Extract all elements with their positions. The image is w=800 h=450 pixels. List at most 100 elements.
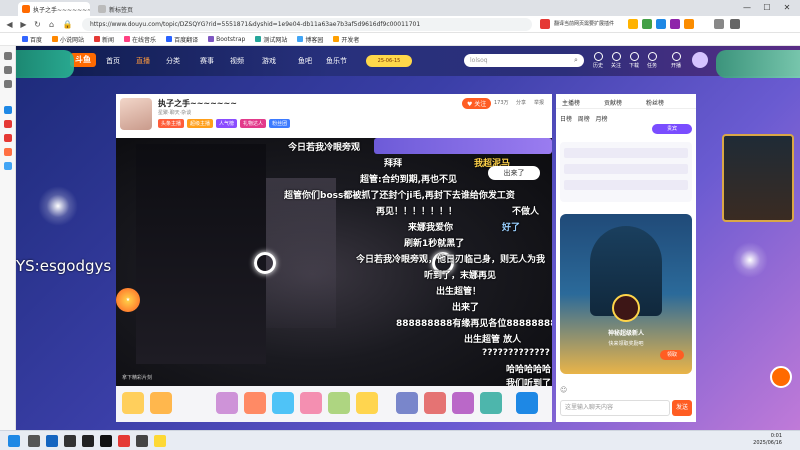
nav-festival[interactable]: 鱼乐节 [326, 56, 347, 66]
reload-icon[interactable]: ↻ [32, 19, 43, 30]
extension-green-icon[interactable] [642, 19, 652, 29]
terminal-icon[interactable] [64, 435, 76, 447]
close-window-button[interactable]: ✕ [780, 2, 794, 14]
rank-week[interactable]: 周榜 [578, 116, 590, 123]
rank-row[interactable] [564, 180, 688, 190]
video-player[interactable]: ★ 拿下精彩片刻 今日若我冷眼旁观 拜拜 我超泥马 出来了 超管:合约到期,再也… [116, 138, 552, 386]
bookmark-3[interactable]: 新闻 [94, 35, 114, 44]
bookmark-2[interactable]: 小说网站 [52, 35, 84, 44]
back-icon[interactable]: ◀ [4, 19, 15, 30]
translate-prompt[interactable]: 翻译当前网页需要扩展插件 [554, 20, 614, 27]
gift-item[interactable] [216, 392, 238, 414]
tiktok-icon[interactable] [100, 435, 112, 447]
promo-claim-button[interactable]: 领取 [660, 350, 684, 360]
steam-icon[interactable] [46, 435, 58, 447]
user-avatar[interactable] [692, 52, 708, 68]
gift-item[interactable] [300, 392, 322, 414]
gift-item[interactable] [516, 392, 538, 414]
gift-item[interactable] [396, 392, 418, 414]
customer-service-icon[interactable] [770, 366, 792, 388]
gift-item[interactable] [452, 392, 474, 414]
bookmark-9[interactable]: 开发者 [333, 35, 359, 44]
browser-taskbar-icon[interactable] [118, 435, 130, 447]
bookmark-5[interactable]: 百度翻译 [166, 35, 198, 44]
sidebar-search-icon[interactable] [4, 106, 12, 114]
follow-button[interactable]: ♥ 关注 [462, 98, 492, 109]
extension-blue-icon[interactable] [656, 19, 666, 29]
bookmark-6[interactable]: Bootstrap [208, 36, 245, 43]
bookmark-7[interactable]: 测试网站 [255, 35, 287, 44]
app-icon[interactable] [82, 435, 94, 447]
url-field[interactable]: https://www.douyu.com/topic/DZSQYG?rid=5… [82, 18, 532, 31]
search-icon[interactable]: ⌕ [574, 56, 578, 65]
sidebar-video-icon[interactable] [4, 134, 12, 142]
report-button[interactable]: 举报 [534, 99, 544, 106]
nav-home[interactable]: 首页 [106, 56, 120, 66]
vip-badge[interactable]: 贵宾 [652, 124, 692, 134]
room-tag[interactable]: 头条主播 [158, 119, 185, 128]
nav-video[interactable]: 视频 [230, 56, 244, 66]
header-follow[interactable]: 关注 [608, 52, 624, 69]
extension-yellow-icon[interactable] [628, 19, 638, 29]
nav-yuba[interactable]: 鱼吧 [298, 56, 312, 66]
side-tab-anchor[interactable]: 主播榜 [562, 98, 580, 107]
header-history[interactable]: 历史 [590, 52, 606, 69]
sidebar-folder-icon[interactable] [4, 66, 12, 74]
rank-day[interactable]: 日榜 [560, 116, 572, 123]
nav-game[interactable]: 游戏 [262, 56, 276, 66]
gift-item[interactable] [122, 392, 144, 414]
extension-red-icon[interactable] [540, 19, 550, 29]
nav-category[interactable]: 分类 [166, 56, 180, 66]
share-button[interactable]: 分享 [516, 99, 526, 106]
emoji-icon[interactable]: ☺ [560, 386, 567, 394]
promo-card[interactable]: 神秘超级新人 快来领取奖励吧 领取 [560, 214, 692, 374]
extension-orange-icon[interactable] [684, 19, 694, 29]
gift-item[interactable] [480, 392, 502, 414]
sidebar-download-icon[interactable] [4, 80, 12, 88]
side-tab-fans[interactable]: 粉丝榜 [646, 98, 664, 107]
bookmark-4[interactable]: 在线音乐 [124, 35, 156, 44]
header-download[interactable]: 下载 [626, 52, 642, 69]
room-tag[interactable]: 礼物达人 [240, 119, 267, 128]
side-tab-contrib[interactable]: 贡献榜 [604, 98, 622, 107]
profile-icon[interactable] [714, 19, 724, 29]
sidebar-star-icon[interactable] [4, 52, 12, 60]
minimize-button[interactable]: — [740, 2, 754, 14]
nav-live[interactable]: 直播 [136, 56, 150, 66]
header-task[interactable]: 任务 [644, 52, 660, 69]
rank-month[interactable]: 月榜 [596, 116, 608, 123]
rank-row[interactable] [564, 164, 688, 174]
bookmark-1[interactable]: 百度 [22, 35, 42, 44]
sidebar-app-icon[interactable] [4, 120, 12, 128]
sidebar-cloud-icon[interactable] [4, 162, 12, 170]
side-ad-banner[interactable] [722, 134, 794, 222]
room-tag[interactable]: 超级主播 [187, 119, 214, 128]
files-icon[interactable] [154, 435, 166, 447]
search-input[interactable]: lolsoq [464, 54, 584, 67]
lottery-badge[interactable]: ★ [116, 288, 140, 312]
menu-icon[interactable] [730, 19, 740, 29]
app2-icon[interactable] [136, 435, 148, 447]
event-badge[interactable]: 25-06-15 [366, 55, 412, 67]
system-clock[interactable]: 0:01 2025/06/16 [753, 433, 782, 447]
gift-item[interactable] [328, 392, 350, 414]
gift-item[interactable] [244, 392, 266, 414]
room-tag[interactable]: 人气榜 [216, 119, 238, 128]
security-lock-icon[interactable]: 🔒 [62, 19, 73, 30]
send-button[interactable]: 发送 [672, 400, 692, 416]
start-icon[interactable] [8, 435, 20, 447]
nav-match[interactable]: 赛事 [200, 56, 214, 66]
bookmark-8[interactable]: 博客园 [297, 35, 323, 44]
extension-purple-icon[interactable] [670, 19, 680, 29]
gift-item[interactable] [150, 392, 172, 414]
gift-item[interactable] [424, 392, 446, 414]
tab-douyu[interactable]: 执子之手~~~~~~~ 斗鱼直播 [18, 2, 90, 16]
chat-input[interactable]: 这里输入聊天内容 [560, 400, 670, 416]
streamer-avatar[interactable] [120, 98, 152, 130]
gift-item[interactable] [272, 392, 294, 414]
forward-icon[interactable]: ▶ [18, 19, 29, 30]
sidebar-news-icon[interactable] [4, 148, 12, 156]
gift-item[interactable] [356, 392, 378, 414]
maximize-button[interactable]: ☐ [760, 2, 774, 14]
room-tag[interactable]: 粉丝团 [269, 119, 291, 128]
